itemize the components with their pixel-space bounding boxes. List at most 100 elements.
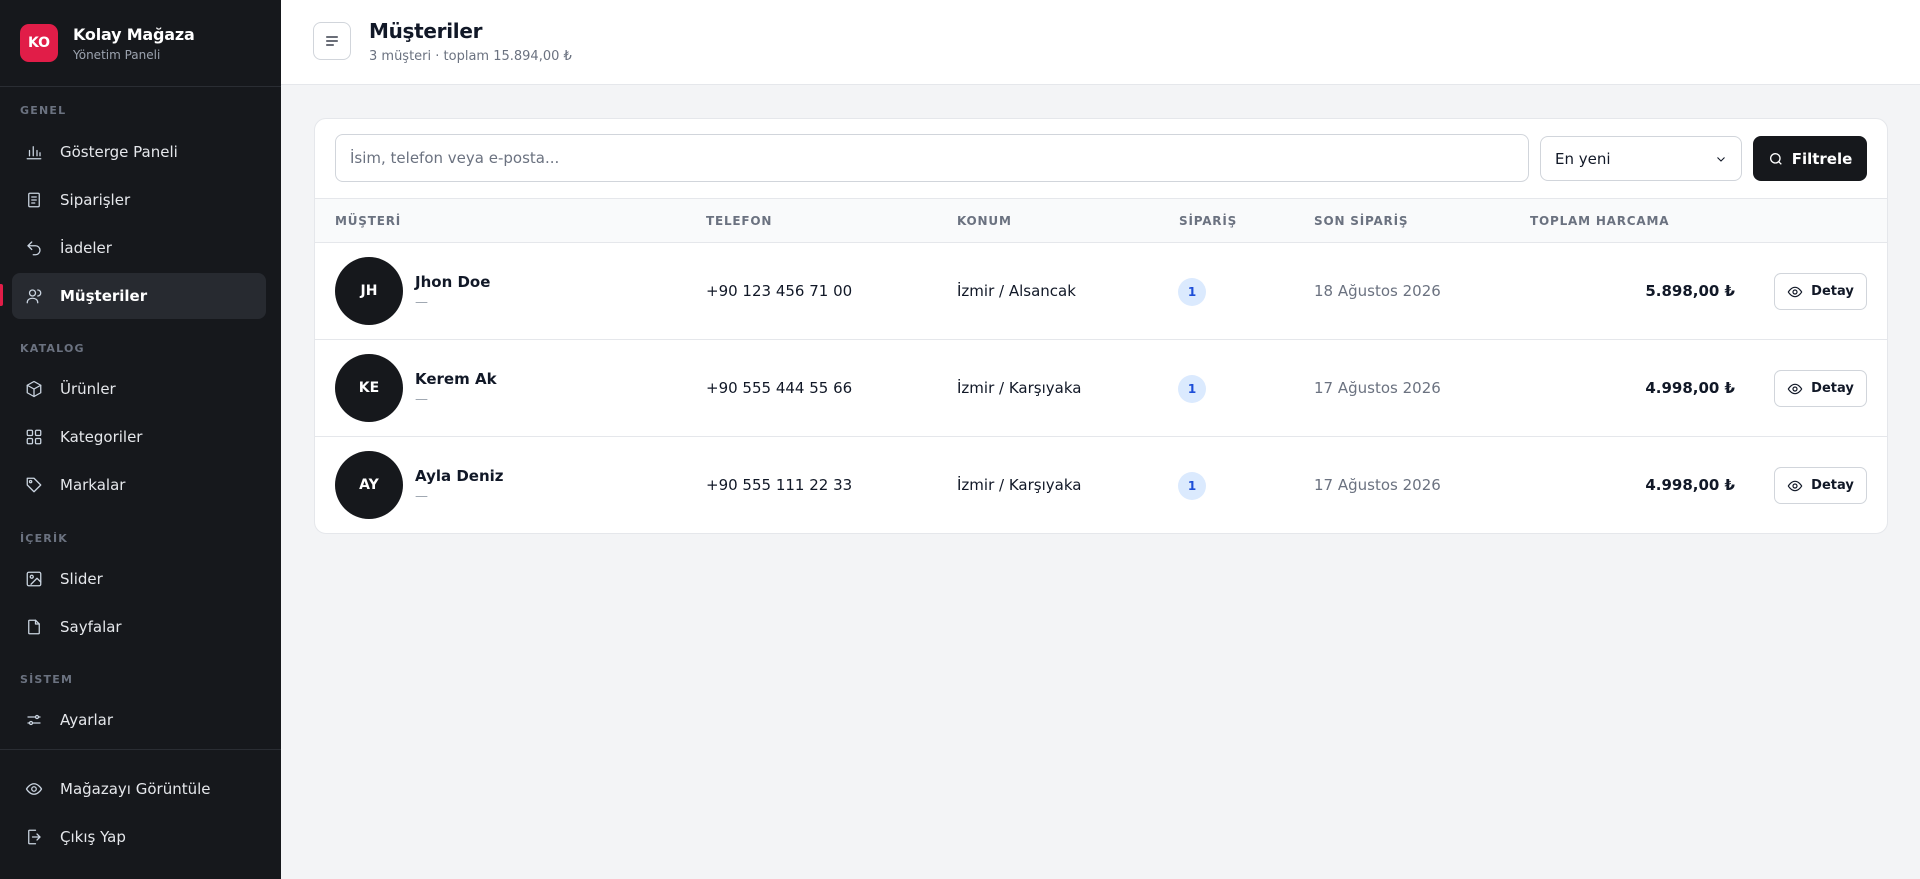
sidebar-item-label: Ürünler	[60, 380, 116, 398]
detail-button[interactable]: Detay	[1774, 467, 1867, 504]
page-subtitle: 3 müşteri · toplam 15.894,00 ₺	[369, 49, 572, 64]
sidebar-item-label: Slider	[60, 570, 103, 588]
search-icon	[1769, 152, 1782, 165]
sidebar-item-label: Siparişler	[60, 191, 131, 209]
menu-toggle-button[interactable]	[313, 22, 351, 60]
sidebar-item-label: İadeler	[60, 239, 112, 257]
sidebar-item-label: Müşteriler	[60, 287, 148, 305]
detail-button-label: Detay	[1811, 284, 1854, 299]
column-header-orders: SİPARİŞ	[1179, 214, 1238, 228]
brand[interactable]: KO Kolay Mağaza Yönetim Paneli	[0, 0, 281, 87]
sidebar-item-label: Kategoriler	[60, 428, 143, 446]
avatar: JH	[335, 257, 403, 325]
last-order-date: 17 Ağustos 2026	[1314, 379, 1441, 397]
column-header-location: KONUM	[957, 214, 1012, 228]
sort-select-value: En yeni	[1555, 149, 1611, 168]
order-count-badge: 1	[1178, 375, 1206, 403]
page-title: Müşteriler	[369, 19, 483, 43]
eye-icon	[1787, 480, 1803, 491]
detail-button[interactable]: Detay	[1774, 273, 1867, 310]
total-spend: 5.898,00 ₺	[1645, 282, 1735, 300]
section-label-genel: GENEL	[20, 104, 67, 117]
customer-email: —	[415, 489, 428, 504]
sidebar-item-label: Mağazayı Görüntüle	[60, 780, 211, 798]
sidebar-item-label: Ayarlar	[60, 711, 114, 729]
customer-email: —	[415, 392, 428, 407]
total-spend: 4.998,00 ₺	[1645, 476, 1735, 494]
sidebar-item-categories[interactable]: Kategoriler	[12, 414, 266, 460]
sidebar-divider	[0, 749, 281, 750]
filter-button[interactable]: Filtrele	[1753, 136, 1867, 181]
brand-subtitle: Yönetim Paneli	[73, 47, 161, 62]
section-label-sistem: SİSTEM	[20, 673, 74, 686]
avatar: AY	[335, 451, 403, 519]
total-spend: 4.998,00 ₺	[1645, 379, 1735, 397]
column-header-last-order: SON SİPARİŞ	[1314, 214, 1409, 228]
sidebar: KO Kolay Mağaza Yönetim Paneli GENEL Gös…	[0, 0, 281, 879]
sidebar-item-returns[interactable]: İadeler	[12, 225, 266, 271]
detail-button[interactable]: Detay	[1774, 370, 1867, 407]
column-header-total-spend: TOPLAM HARCAMA	[1530, 214, 1670, 228]
section-label-katalog: KATALOG	[20, 342, 85, 355]
section-label-icerik: İÇERİK	[20, 532, 68, 545]
sidebar-item-label: Markalar	[60, 476, 126, 494]
column-header-customer: MÜŞTERİ	[335, 214, 402, 228]
undo-icon	[27, 241, 41, 256]
sidebar-item-slider[interactable]: Slider	[12, 556, 266, 602]
filter-button-label: Filtrele	[1791, 149, 1853, 168]
chevron-down-icon	[1717, 156, 1725, 162]
users-icon	[26, 289, 42, 304]
search-input[interactable]	[335, 134, 1529, 182]
customer-phone: +90 555 444 55 66	[706, 379, 853, 397]
customer-phone: +90 123 456 71 00	[706, 282, 853, 300]
menu-icon	[326, 36, 338, 46]
customer-name: Kerem Ak	[415, 370, 497, 388]
sidebar-item-dashboard[interactable]: Gösterge Paneli	[12, 129, 266, 175]
sort-select[interactable]: En yeni	[1540, 136, 1742, 181]
logout-icon	[28, 829, 41, 845]
detail-button-label: Detay	[1811, 478, 1854, 493]
sidebar-item-label: Çıkış Yap	[60, 828, 126, 846]
avatar: KE	[335, 354, 403, 422]
order-count-badge: 1	[1178, 472, 1206, 500]
chart-icon	[26, 146, 42, 160]
brand-logo: KO	[20, 24, 58, 62]
eye-icon	[25, 783, 43, 795]
sidebar-item-label: Sayfalar	[60, 618, 122, 636]
active-indicator	[0, 284, 3, 306]
sidebar-item-brands[interactable]: Markalar	[12, 462, 266, 508]
customer-location: İzmir / Karşıyaka	[957, 379, 1082, 397]
box-icon	[26, 380, 42, 398]
eye-icon	[1787, 383, 1803, 394]
page-header: Müşteriler 3 müşteri · toplam 15.894,00 …	[281, 0, 1920, 85]
last-order-date: 17 Ağustos 2026	[1314, 476, 1441, 494]
column-header-phone: TELEFON	[706, 214, 773, 228]
table-row[interactable]: KE Kerem Ak — +90 555 444 55 66 İzmir / …	[315, 340, 1887, 437]
sidebar-item-view-store[interactable]: Mağazayı Görüntüle	[12, 766, 266, 812]
tag-icon	[26, 477, 42, 493]
sliders-icon	[27, 714, 41, 726]
last-order-date: 18 Ağustos 2026	[1314, 282, 1441, 300]
eye-icon	[1787, 286, 1803, 297]
customers-card: En yeni Filtrele MÜŞTERİ TELEFON KONUM S…	[314, 118, 1888, 534]
sidebar-item-settings[interactable]: Ayarlar	[12, 697, 266, 743]
grid-icon	[26, 429, 42, 445]
image-icon	[26, 571, 42, 587]
sidebar-item-orders[interactable]: Siparişler	[12, 177, 266, 223]
receipt-icon	[28, 192, 40, 208]
customer-email: —	[415, 295, 428, 310]
table-header: MÜŞTERİ TELEFON KONUM SİPARİŞ SON SİPARİ…	[315, 198, 1887, 243]
sidebar-item-logout[interactable]: Çıkış Yap	[12, 814, 266, 860]
sidebar-item-label: Gösterge Paneli	[60, 143, 178, 161]
order-count-badge: 1	[1178, 278, 1206, 306]
file-icon	[28, 619, 40, 635]
sidebar-item-pages[interactable]: Sayfalar	[12, 604, 266, 650]
customer-location: İzmir / Alsancak	[957, 282, 1076, 300]
table-row[interactable]: AY Ayla Deniz — +90 555 111 22 33 İzmir …	[315, 437, 1887, 533]
sidebar-item-customers[interactable]: Müşteriler	[12, 273, 266, 319]
sidebar-item-products[interactable]: Ürünler	[12, 366, 266, 412]
table-row[interactable]: JH Jhon Doe — +90 123 456 71 00 İzmir / …	[315, 243, 1887, 340]
customer-name: Jhon Doe	[415, 273, 491, 291]
detail-button-label: Detay	[1811, 381, 1854, 396]
customer-phone: +90 555 111 22 33	[706, 476, 853, 494]
